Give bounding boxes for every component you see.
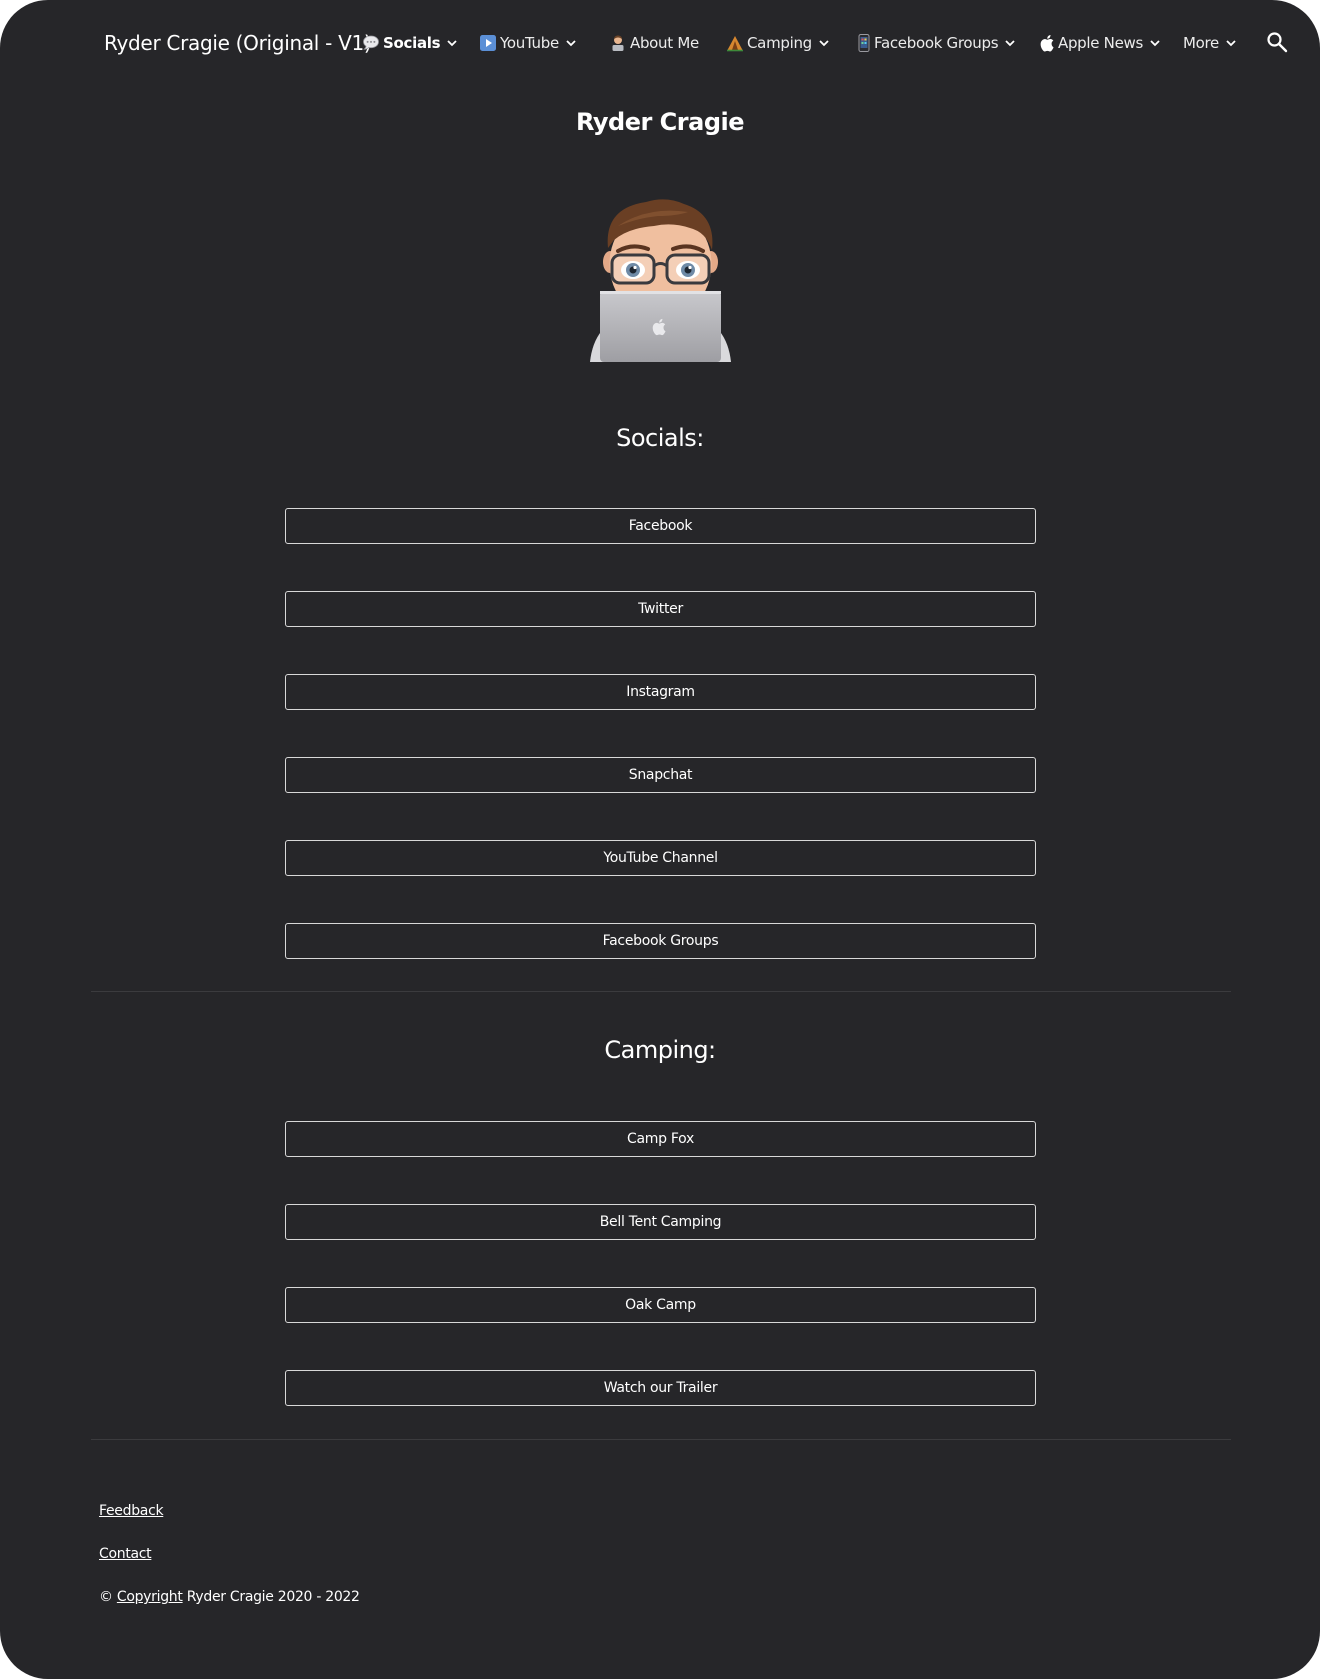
nav-item-about-me[interactable]: About Me	[609, 29, 699, 57]
watch-trailer-button[interactable]: Watch our Trailer	[285, 1370, 1036, 1406]
camp-fox-button[interactable]: Camp Fox	[285, 1121, 1036, 1157]
chevron-down-icon	[1225, 37, 1237, 49]
copyright-symbol: ©	[99, 1589, 113, 1605]
nav-label-more: More	[1183, 34, 1219, 52]
nav-label-socials: Socials	[383, 34, 441, 52]
snapchat-button[interactable]: Snapchat	[285, 757, 1036, 793]
copyright-link[interactable]: Copyright	[117, 1589, 183, 1605]
tent-icon	[726, 34, 744, 52]
youtube-channel-button[interactable]: YouTube Channel	[285, 840, 1036, 876]
socials-heading: Socials:	[616, 424, 704, 452]
play-button-icon	[479, 34, 497, 52]
facebook-groups-button[interactable]: Facebook Groups	[285, 923, 1036, 959]
bell-tent-camping-button[interactable]: Bell Tent Camping	[285, 1204, 1036, 1240]
nav-item-camping[interactable]: Camping	[726, 29, 830, 57]
apple-icon	[1040, 34, 1055, 52]
contact-link[interactable]: Contact	[99, 1544, 152, 1564]
twitter-button[interactable]: Twitter	[285, 591, 1036, 627]
camping-heading: Camping:	[604, 1036, 716, 1064]
nav-label-about-me: About Me	[630, 34, 699, 52]
chevron-down-icon	[818, 37, 830, 49]
nav-label-youtube: YouTube	[500, 34, 559, 52]
oak-camp-button[interactable]: Oak Camp	[285, 1287, 1036, 1323]
feedback-link[interactable]: Feedback	[99, 1501, 164, 1521]
nav-label-facebook-groups: Facebook Groups	[874, 34, 999, 52]
instagram-button[interactable]: Instagram	[285, 674, 1036, 710]
page-title: Ryder Cragie	[575, 108, 745, 136]
nav-label-camping: Camping	[747, 34, 812, 52]
chevron-down-icon	[565, 37, 577, 49]
chevron-down-icon	[446, 37, 458, 49]
copyright-notice: © Copyright Ryder Cragie 2020 - 2022	[99, 1587, 360, 1607]
nav-item-apple-news[interactable]: Apple News	[1040, 29, 1161, 57]
person-icon	[609, 34, 627, 52]
section-divider	[91, 991, 1231, 992]
chevron-down-icon	[1149, 37, 1161, 49]
nav-item-facebook-groups[interactable]: Facebook Groups	[857, 29, 1016, 57]
speech-bubble-icon	[362, 34, 380, 52]
facebook-button[interactable]: Facebook	[285, 508, 1036, 544]
nav-item-youtube[interactable]: YouTube	[479, 29, 577, 57]
phone-icon	[857, 34, 871, 52]
nav-item-socials[interactable]: Socials	[362, 29, 458, 57]
search-icon[interactable]	[1266, 31, 1288, 53]
chevron-down-icon	[1004, 37, 1016, 49]
nav-item-more[interactable]: More	[1183, 29, 1237, 57]
copyright-text: Ryder Cragie 2020 - 2022	[186, 1589, 360, 1605]
nav-label-apple-news: Apple News	[1058, 34, 1144, 52]
footer-divider	[91, 1439, 1231, 1440]
page-window: Ryder Cragie (Original - V1) Socials You…	[0, 0, 1320, 1679]
memoji-laptop-avatar	[588, 196, 733, 362]
site-title[interactable]: Ryder Cragie (Original - V1)	[104, 28, 372, 58]
